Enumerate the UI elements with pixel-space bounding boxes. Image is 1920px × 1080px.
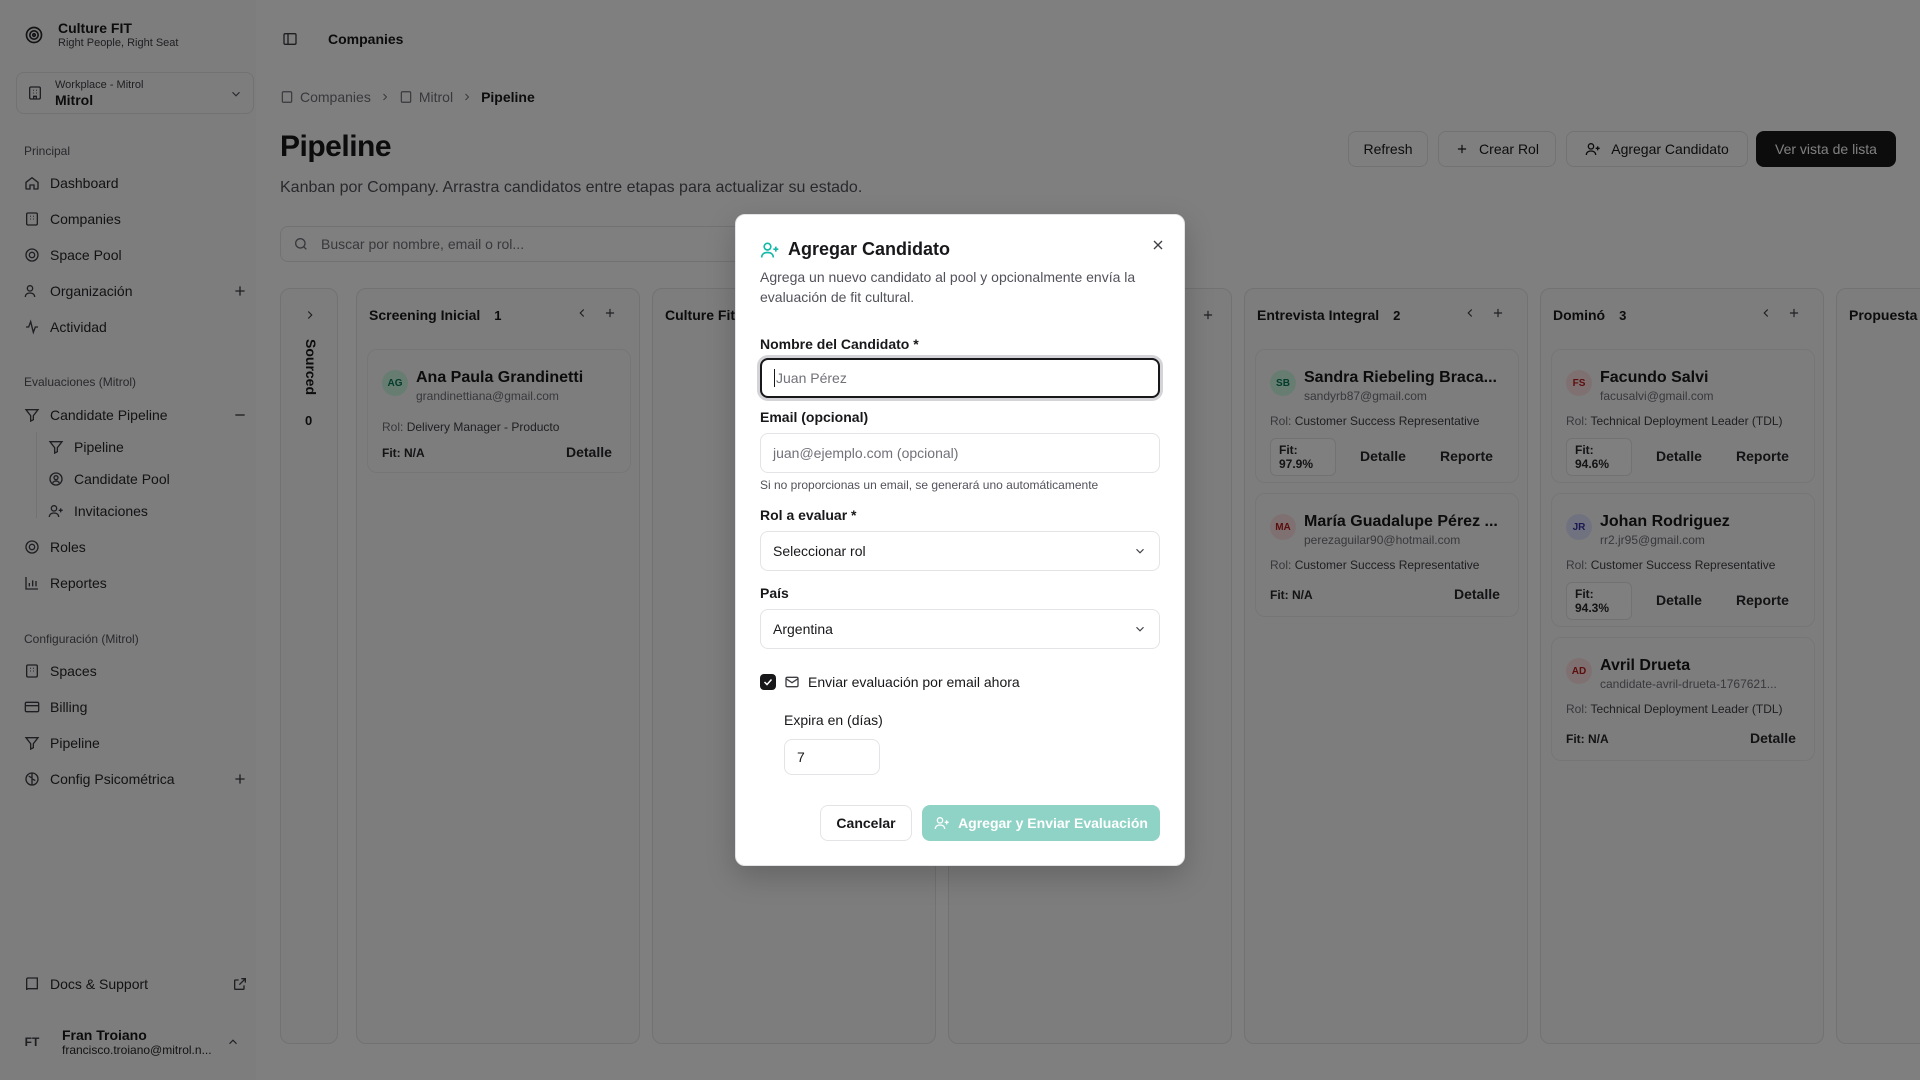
expires-label: Expira en (días) — [784, 712, 883, 728]
chevron-down-icon — [1136, 548, 1144, 554]
role-label: Rol a evaluar * — [760, 507, 857, 523]
button-label: Cancelar — [836, 815, 896, 831]
name-placeholder: Juan Pérez — [776, 370, 847, 386]
check-icon — [763, 678, 773, 686]
cancel-button[interactable]: Cancelar — [820, 805, 912, 841]
text-caret — [774, 369, 775, 387]
candidate-name-input[interactable]: Juan Pérez — [760, 358, 1160, 398]
send-email-option: Enviar evaluación por email ahora — [760, 674, 1020, 690]
country-select[interactable]: Argentina — [760, 609, 1160, 649]
email-input[interactable]: juan@ejemplo.com (opcional) — [760, 433, 1160, 473]
mail-icon — [785, 676, 799, 688]
email-hint: Si no proporcionas un email, se generará… — [760, 478, 1099, 492]
user-plus-icon — [760, 242, 779, 258]
country-select-value: Argentina — [773, 621, 833, 637]
country-label: País — [760, 585, 789, 601]
email-label: Email (opcional) — [760, 409, 869, 425]
dialog-title: Agregar Candidato — [788, 239, 951, 259]
add-and-send-button[interactable]: Agregar y Enviar Evaluación — [922, 805, 1160, 841]
chevron-down-icon — [1136, 626, 1144, 632]
dialog-description: Agrega un nuevo candidato al pool y opci… — [760, 269, 1136, 305]
expires-days-input[interactable]: 7 — [784, 739, 880, 775]
button-label: Agregar y Enviar Evaluación — [958, 815, 1148, 831]
name-label: Nombre del Candidato * — [760, 336, 919, 352]
email-placeholder: juan@ejemplo.com (opcional) — [773, 445, 959, 461]
send-email-label: Enviar evaluación por email ahora — [808, 674, 1020, 690]
role-select[interactable]: Seleccionar rol — [760, 531, 1160, 571]
user-plus-icon — [934, 817, 949, 830]
add-candidate-dialog: Agregar Candidato Agrega un nuevo candid… — [735, 214, 1185, 866]
role-select-value: Seleccionar rol — [773, 543, 866, 559]
send-email-checkbox[interactable] — [760, 674, 776, 690]
expires-days-value: 7 — [797, 749, 805, 765]
close-icon[interactable] — [1150, 237, 1166, 253]
